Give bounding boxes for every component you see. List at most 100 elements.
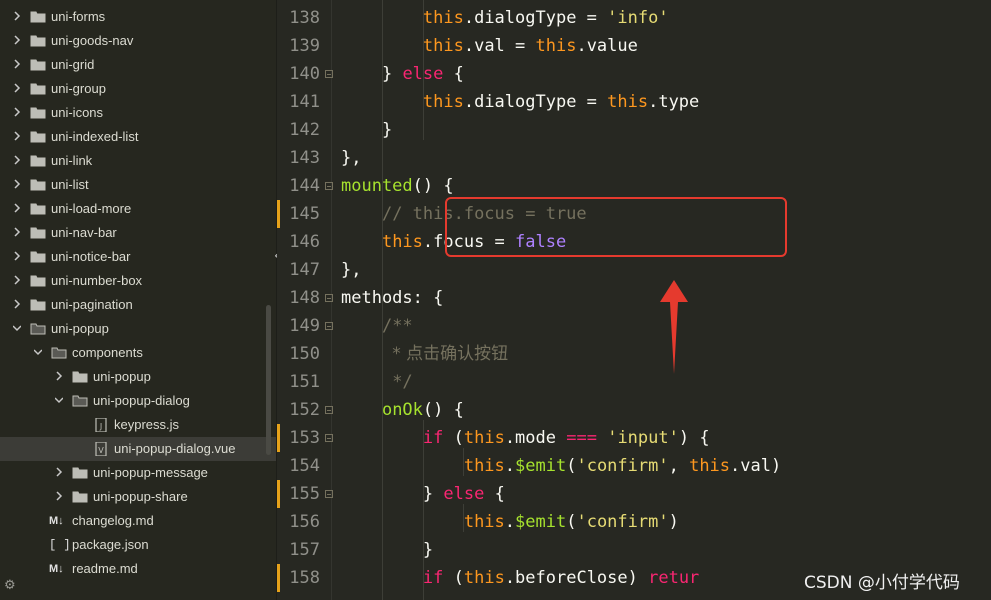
code-text: * 点击确认按钮: [392, 344, 509, 364]
line-number: 142: [289, 120, 320, 140]
file-tree-label: uni-indexed-list: [51, 129, 139, 144]
chevron-right-icon[interactable]: [13, 179, 21, 189]
chevron-right-icon[interactable]: [55, 467, 63, 477]
code-line[interactable]: 154 this.$emit('confirm', this.val): [277, 452, 991, 480]
fold-toggle-icon[interactable]: [325, 70, 333, 78]
file-tree-item[interactable]: uni-popup: [0, 317, 276, 341]
file-tree-item[interactable]: uni-indexed-list: [0, 125, 276, 149]
code-line[interactable]: 141 this.dialogType = this.type: [277, 88, 991, 116]
file-tree-item[interactable]: uni-grid: [0, 53, 276, 77]
line-number: 139: [289, 36, 320, 56]
markdown-file-icon: M↓: [49, 563, 64, 575]
chevron-right-icon[interactable]: [13, 35, 21, 45]
code-line[interactable]: 149 /**: [277, 312, 991, 340]
code-text: this.$emit('confirm'): [463, 512, 679, 532]
line-number: 157: [289, 540, 320, 560]
settings-icon[interactable]: ⚙: [4, 578, 16, 593]
file-tree-item[interactable]: uni-nav-bar: [0, 221, 276, 245]
file-tree-item[interactable]: uni-list: [0, 173, 276, 197]
file-tree-label: uni-goods-nav: [51, 33, 134, 48]
line-number: 152: [289, 400, 320, 420]
chevron-right-icon[interactable]: [13, 131, 21, 141]
fold-toggle-icon[interactable]: [325, 490, 333, 498]
watermark-text: CSDN @小付学代码: [804, 573, 960, 593]
chevron-right-icon[interactable]: [13, 107, 21, 117]
sidebar-scrollbar[interactable]: [266, 305, 271, 455]
chevron-right-icon[interactable]: [13, 251, 21, 261]
code-text: if (this.beforeClose) retur: [422, 568, 700, 588]
file-tree-item[interactable]: components: [0, 341, 276, 365]
file-tree-item[interactable]: uni-popup: [0, 365, 276, 389]
file-tree-item[interactable]: [ ] package.json: [0, 533, 276, 557]
fold-toggle-icon[interactable]: [325, 182, 333, 190]
chevron-down-icon[interactable]: [34, 347, 42, 357]
code-line[interactable]: 144 mounted() {: [277, 172, 991, 200]
file-tree-item[interactable]: uni-forms: [0, 5, 276, 29]
chevron-right-icon[interactable]: [13, 227, 21, 237]
chevron-down-icon[interactable]: [55, 395, 63, 405]
code-line[interactable]: 153 if (this.mode === 'input') {: [277, 424, 991, 452]
code-line[interactable]: 152 onOk() {: [277, 396, 991, 424]
fold-toggle-icon[interactable]: [325, 406, 333, 414]
code-text: methods: {: [341, 288, 444, 308]
chevron-right-icon[interactable]: [13, 155, 21, 165]
code-editor[interactable]: 138 this.dialogType = 'info' 139 this.val…: [277, 0, 991, 600]
line-number: 148: [289, 288, 320, 308]
file-tree-item[interactable]: uni-icons: [0, 101, 276, 125]
folder-icon: [30, 275, 46, 287]
file-tree-item[interactable]: Jkeypress.js: [0, 413, 276, 437]
file-tree-item[interactable]: uni-link: [0, 149, 276, 173]
chevron-right-icon[interactable]: [55, 491, 63, 501]
file-tree-label: uni-number-box: [51, 273, 143, 288]
chevron-right-icon[interactable]: [55, 371, 63, 381]
code-text: }: [422, 540, 434, 560]
code-line[interactable]: 151 */: [277, 368, 991, 396]
code-line[interactable]: 142 }: [277, 116, 991, 144]
file-tree-label: uni-grid: [51, 57, 95, 72]
file-tree-label: uni-popup-share: [93, 489, 188, 504]
code-line[interactable]: 156 this.$emit('confirm'): [277, 508, 991, 536]
file-tree-item[interactable]: uni-notice-bar: [0, 245, 276, 269]
folder-icon: [30, 59, 46, 71]
fold-toggle-icon[interactable]: [325, 434, 333, 442]
fold-toggle-icon[interactable]: [325, 322, 333, 330]
file-tree-item[interactable]: M↓ changelog.md: [0, 509, 276, 533]
chevron-right-icon[interactable]: [13, 11, 21, 21]
fold-toggle-icon[interactable]: [325, 294, 333, 302]
file-tree-item[interactable]: uni-number-box: [0, 269, 276, 293]
code-line[interactable]: 139 this.val = this.value: [277, 32, 991, 60]
chevron-down-icon[interactable]: [13, 323, 21, 333]
line-number: 155: [289, 484, 320, 504]
file-tree-item[interactable]: uni-popup-dialog: [0, 389, 276, 413]
code-line[interactable]: 155 } else {: [277, 480, 991, 508]
chevron-right-icon[interactable]: [13, 275, 21, 285]
code-line[interactable]: 147},: [277, 256, 991, 284]
chevron-right-icon[interactable]: [13, 83, 21, 93]
code-text: */: [392, 372, 413, 392]
code-line[interactable]: 150 * 点击确认按钮: [277, 340, 991, 368]
code-line[interactable]: 148 methods: {: [277, 284, 991, 312]
file-tree-item[interactable]: uni-load-more: [0, 197, 276, 221]
code-line[interactable]: 143},: [277, 144, 991, 172]
file-tree-item[interactable]: uni-pagination: [0, 293, 276, 317]
code-text: onOk() {: [381, 400, 464, 420]
file-tree-item[interactable]: uni-goods-nav: [0, 29, 276, 53]
code-line[interactable]: 140 } else {: [277, 60, 991, 88]
folder-open-icon: [51, 347, 67, 359]
code-line[interactable]: 157 }: [277, 536, 991, 564]
code-line[interactable]: 138 this.dialogType = 'info': [277, 4, 991, 32]
folder-icon: [30, 251, 46, 263]
chevron-right-icon[interactable]: [13, 203, 21, 213]
file-tree-item[interactable]: uni-popup-share: [0, 485, 276, 509]
line-number: 146: [289, 232, 320, 252]
file-tree-item[interactable]: M↓ readme.md: [0, 557, 276, 581]
line-number: 158: [289, 568, 320, 588]
file-explorer-sidebar: uni-forms uni-goods-nav uni-grid uni-group u…: [0, 0, 277, 600]
file-tree-label: components: [72, 345, 143, 360]
file-tree-item[interactable]: Vuni-popup-dialog.vue: [0, 437, 276, 461]
file-tree-item[interactable]: uni-group: [0, 77, 276, 101]
folder-icon: [30, 35, 46, 47]
file-tree-item[interactable]: uni-popup-message: [0, 461, 276, 485]
chevron-right-icon[interactable]: [13, 299, 21, 309]
chevron-right-icon[interactable]: [13, 59, 21, 69]
